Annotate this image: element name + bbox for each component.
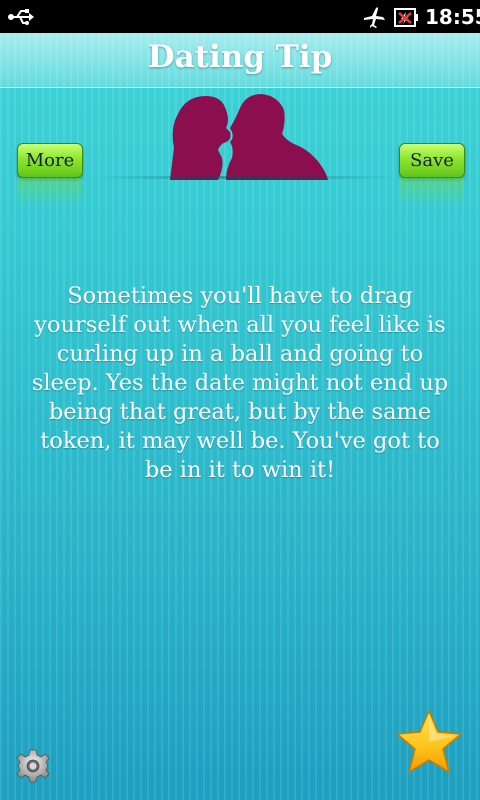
usb-icon [8, 9, 34, 25]
page-title: Dating Tip [147, 39, 333, 75]
save-button-reflection [399, 178, 463, 206]
kissing-couple-silhouette [170, 94, 328, 180]
settings-gear-icon[interactable] [15, 748, 51, 784]
clock: 18:55 [425, 5, 480, 29]
favorite-star-icon[interactable] [394, 708, 464, 778]
dating-tip-text: Sometimes you'll have to drag yourself o… [31, 283, 449, 483]
battery-charging-icon [394, 8, 418, 27]
status-bar: 18:55 [0, 0, 480, 33]
divider-line [95, 176, 395, 179]
header-bar: Dating Tip [0, 33, 480, 88]
more-button-reflection [17, 178, 81, 206]
more-button[interactable]: More [17, 143, 83, 178]
airplane-mode-icon [364, 7, 385, 28]
save-button[interactable]: Save [399, 143, 465, 178]
app-screen: 18:55 Dating Tip More Save Sometimes you… [0, 0, 480, 800]
